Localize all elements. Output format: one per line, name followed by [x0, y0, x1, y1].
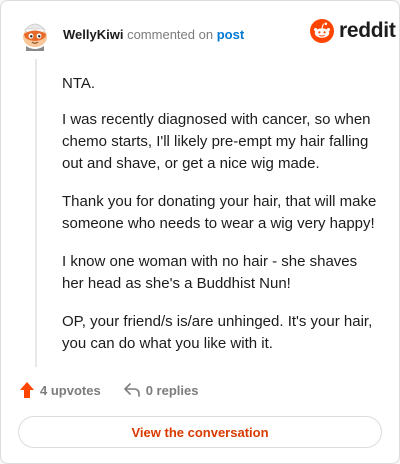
comment-paragraph: OP, your friend/s is/are unhinged. It's …: [62, 313, 373, 352]
comment-paragraph: I know one woman with no hair - she shav…: [62, 253, 358, 292]
post-link[interactable]: post: [217, 27, 244, 42]
reddit-wordmark: reddit: [339, 19, 396, 42]
reply-count: 0 replies: [145, 382, 199, 398]
comment-body: NTA. I was recently diagnosed with cance…: [62, 73, 377, 371]
thread-line: [35, 59, 37, 367]
comment-paragraph: I was recently diagnosed with cancer, so…: [62, 111, 371, 172]
replies-button[interactable]: 0 replies: [123, 382, 199, 398]
upvote-count: 4 upvotes: [40, 382, 101, 398]
username-link[interactable]: WellyKiwi: [63, 27, 123, 42]
comment-paragraph: Thank you for donating your hair, that w…: [62, 193, 377, 232]
reddit-alien-icon: [310, 19, 334, 43]
comment-header: WellyKiwi commented on post: [63, 27, 244, 42]
comment-embed-card: WellyKiwi commented on post reddit NTA. …: [0, 0, 400, 464]
upvote-arrow-icon: [20, 382, 34, 398]
action-text: commented on: [127, 27, 214, 42]
comment-actions: 4 upvotes 0 replies: [20, 382, 198, 398]
reply-arrow-icon: [123, 383, 140, 397]
user-avatar[interactable]: [17, 16, 53, 52]
view-conversation-button[interactable]: View the conversation: [18, 416, 382, 448]
reddit-logo[interactable]: reddit: [310, 19, 396, 43]
snoo-avatar-icon: [23, 23, 47, 51]
upvote-button[interactable]: 4 upvotes: [20, 382, 101, 398]
comment-paragraph: NTA.: [62, 75, 96, 92]
